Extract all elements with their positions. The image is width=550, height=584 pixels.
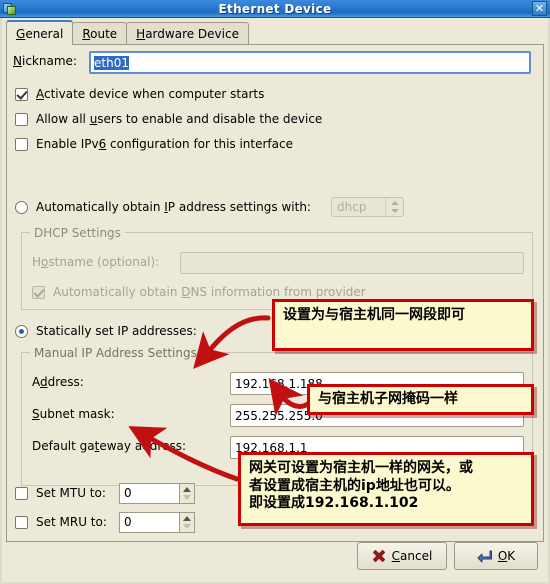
gateway-label-row: Default gateway address: (32, 439, 186, 453)
annotation-gateway-line-3: 即设置成192.168.1.102 (249, 495, 419, 511)
mru-value[interactable]: 0 (119, 512, 179, 533)
activate-device-row[interactable]: Activate device when computer starts (15, 87, 264, 101)
mtu-stepper[interactable]: 0 (119, 483, 195, 504)
annotation-subnet-line-1: 与宿主机子网掩码一样 (318, 390, 458, 407)
nickname-row: Nickname: (13, 54, 77, 68)
allow-all-users-label: Allow all users to enable and disable th… (36, 112, 323, 126)
activate-device-checkbox[interactable] (15, 87, 28, 101)
dhcp-settings-title: DHCP Settings (30, 226, 125, 240)
annotation-gateway-line-2: 者设置成宿主机的ip地址也可以。 (249, 477, 460, 494)
mtu-value[interactable]: 0 (119, 483, 179, 504)
subnet-mask-label: Subnet mask: (32, 407, 115, 421)
static-ip-radio[interactable] (15, 324, 28, 338)
spinner-arrows-icon[interactable] (385, 198, 403, 216)
window-title: Ethernet Device (218, 1, 332, 16)
title-bar: Ethernet Device ✕ (0, 0, 550, 18)
close-icon[interactable]: ✕ (532, 1, 547, 16)
static-ip-label: Statically set IP addresses: (36, 324, 197, 338)
annotation-address-line-1: 设置为与宿主机同一网段即可 (283, 307, 465, 323)
auto-obtain-ip-row[interactable]: Automatically obtain IP address settings… (15, 200, 311, 214)
hostname-label: Hostname (optional): (32, 255, 160, 269)
set-mtu-row[interactable]: Set MTU to: (15, 486, 106, 500)
static-ip-row[interactable]: Statically set IP addresses: (15, 324, 197, 338)
auto-obtain-ip-radio[interactable] (15, 200, 28, 214)
subnet-label-row: Subnet mask: (32, 407, 115, 421)
enable-ipv6-label: Enable IPv6 configuration for this inter… (36, 137, 293, 151)
cancel-button[interactable]: Cancel (357, 542, 447, 570)
annotation-subnet: 与宿主机子网掩码一样 (307, 384, 534, 415)
tab-hardware-accel: H (136, 27, 146, 41)
annotation-gateway-line-1: 网关可设置为宿主机一样的网关，或 (249, 460, 473, 476)
network-device-icon (2, 1, 18, 17)
enable-ipv6-checkbox[interactable] (15, 137, 28, 151)
auto-dns-checkbox (32, 285, 45, 299)
hostname-row: Hostname (optional): (32, 255, 159, 269)
stepper-arrows-icon[interactable] (179, 512, 195, 533)
annotation-gateway: 网关可设置为宿主机一样的网关，或 者设置成宿主机的ip地址也可以。 即设置成19… (238, 452, 534, 526)
allow-all-users-checkbox[interactable] (15, 112, 28, 126)
cancel-button-label: Cancel (391, 549, 433, 563)
enter-arrow-icon (477, 550, 492, 563)
tab-general-label: eneral (25, 27, 64, 41)
nickname-value: eth01 (94, 56, 129, 70)
tab-route-label: oute (90, 27, 118, 41)
tab-strip: General Route Hardware Device (6, 20, 249, 45)
ethernet-device-dialog: Ethernet Device ✕ General Route Hardware… (0, 0, 550, 584)
x-icon (372, 549, 386, 563)
tab-route[interactable]: Route (72, 22, 128, 45)
tab-hardware-device[interactable]: Hardware Device (126, 22, 249, 45)
enable-ipv6-row[interactable]: Enable IPv6 configuration for this inter… (15, 137, 293, 151)
auto-dns-label: Automatically obtain DNS information fro… (53, 285, 366, 299)
address-label-row: Address: (32, 375, 84, 389)
tab-route-accel: R (82, 27, 91, 41)
set-mtu-checkbox[interactable] (15, 486, 28, 500)
annotation-address: 设置为与宿主机同一网段即可 (272, 299, 534, 351)
tab-general-accel: G (16, 27, 26, 41)
set-mru-checkbox[interactable] (15, 515, 28, 529)
auto-obtain-ip-label: Automatically obtain IP address settings… (36, 200, 311, 214)
mru-stepper[interactable]: 0 (119, 512, 195, 533)
dhcp-protocol-combo[interactable]: dhcp (331, 197, 404, 217)
dhcp-protocol-value: dhcp (337, 200, 367, 214)
activate-device-label: Activate device when computer starts (36, 87, 265, 101)
ok-button[interactable]: OK (454, 542, 538, 570)
set-mru-label: Set MRU to: (36, 515, 107, 529)
tab-general[interactable]: General (6, 20, 74, 45)
nickname-label: Nickname: (13, 54, 77, 68)
allow-all-users-row[interactable]: Allow all users to enable and disable th… (15, 112, 322, 126)
hostname-input (180, 252, 524, 274)
tab-hardware-label: ardware Device (145, 27, 239, 41)
set-mtu-label: Set MTU to: (36, 486, 106, 500)
auto-dns-row: Automatically obtain DNS information fro… (32, 285, 366, 299)
address-label: Address: (32, 375, 84, 389)
default-gateway-label: Default gateway address: (32, 439, 187, 453)
stepper-arrows-icon[interactable] (179, 483, 195, 504)
ok-button-label: OK (497, 549, 516, 563)
set-mru-row[interactable]: Set MRU to: (15, 515, 107, 529)
nickname-input[interactable]: eth01 (89, 51, 531, 74)
manual-ip-settings-title: Manual IP Address Settings (30, 346, 201, 360)
